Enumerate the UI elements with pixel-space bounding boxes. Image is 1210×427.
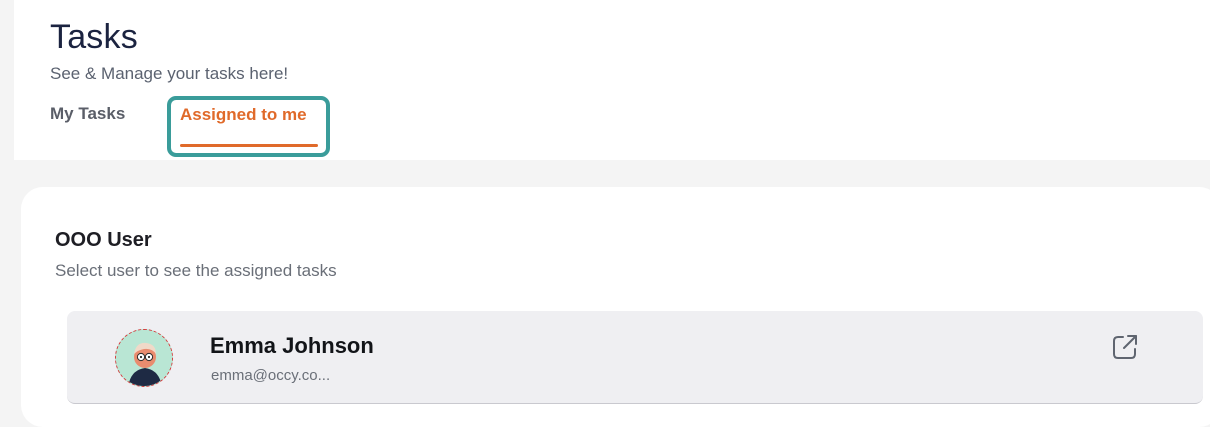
- user-email: emma@occy.co...: [211, 367, 331, 384]
- avatar-illustration-icon: [116, 330, 172, 386]
- avatar: [115, 329, 173, 387]
- section-title: OOO User: [55, 229, 152, 251]
- open-external-icon[interactable]: [1109, 331, 1141, 363]
- tab-highlight-frame: Assigned to me: [167, 96, 330, 157]
- user-name: Emma Johnson: [210, 333, 374, 358]
- section-subtitle: Select user to see the assigned tasks: [55, 261, 337, 280]
- tab-assigned-to-me[interactable]: Assigned to me: [180, 105, 307, 125]
- active-tab-underline: [180, 144, 318, 147]
- page-title: Tasks: [50, 18, 138, 56]
- page-subtitle: See & Manage your tasks here!: [50, 64, 289, 83]
- ooo-user-card: OOO User Select user to see the assigned…: [21, 187, 1210, 427]
- user-row[interactable]: Emma Johnson emma@occy.co...: [67, 311, 1203, 404]
- page-header: Tasks See & Manage your tasks here! My T…: [14, 0, 1210, 160]
- tab-my-tasks[interactable]: My Tasks: [50, 104, 125, 124]
